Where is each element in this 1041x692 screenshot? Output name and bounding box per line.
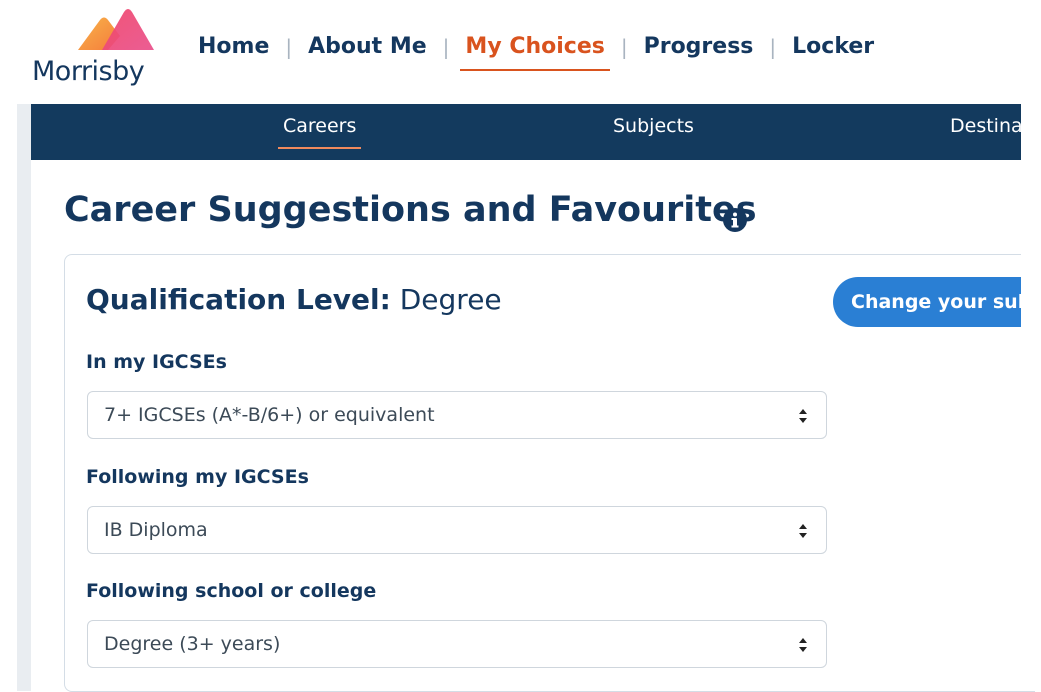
viewport-edge: [1021, 0, 1041, 691]
qualification-level-value: Degree: [399, 283, 502, 316]
qualification-level-heading: Qualification Level: Degree: [86, 283, 502, 316]
nav-my-choices[interactable]: My Choices: [460, 34, 611, 71]
igcse-select-value: 7+ IGCSEs (A*-B/6+) or equivalent: [104, 404, 435, 426]
select-arrows-icon: [799, 638, 807, 652]
nav-about-me[interactable]: About Me: [308, 34, 427, 61]
sub-nav: Careers Subjects Destinations: [31, 104, 1021, 160]
info-circle-icon[interactable]: [722, 207, 748, 233]
post-igcse-select[interactable]: IB Diploma: [87, 506, 827, 554]
post-igcse-select-value: IB Diploma: [104, 519, 208, 541]
nav-progress[interactable]: Progress: [644, 34, 754, 61]
main-nav: Home | About Me | My Choices | Progress …: [198, 30, 874, 71]
logo-mountains-icon: [78, 9, 154, 50]
tab-subjects[interactable]: Subjects: [613, 115, 694, 137]
nav-separator: |: [285, 35, 293, 59]
post-school-field-label: Following school or college: [86, 580, 377, 602]
post-school-select[interactable]: Degree (3+ years): [87, 620, 827, 668]
tab-destinations[interactable]: Destinations: [950, 115, 1021, 137]
top-header: Morrisby Home | About Me | My Choices | …: [0, 0, 1041, 104]
nav-separator: |: [442, 35, 450, 59]
nav-separator: |: [769, 35, 777, 59]
nav-locker[interactable]: Locker: [792, 34, 874, 61]
select-arrows-icon: [799, 409, 807, 423]
select-arrows-icon: [799, 524, 807, 538]
tab-careers[interactable]: Careers: [277, 115, 362, 149]
nav-home[interactable]: Home: [198, 34, 269, 61]
page-title: Career Suggestions and Favourites: [64, 190, 757, 230]
morrisby-logo[interactable]: Morrisby: [30, 6, 170, 90]
logo-wordmark: Morrisby: [32, 56, 145, 87]
post-igcse-field-label: Following my IGCSEs: [86, 466, 309, 488]
change-subjects-button[interactable]: Change your subjects: [833, 277, 1041, 327]
qualification-level-label: Qualification Level:: [86, 283, 391, 316]
post-school-select-value: Degree (3+ years): [104, 633, 281, 655]
igcse-field-label: In my IGCSEs: [86, 351, 227, 373]
nav-separator: |: [620, 35, 628, 59]
igcse-select[interactable]: 7+ IGCSEs (A*-B/6+) or equivalent: [87, 391, 827, 439]
left-gutter: [17, 104, 31, 691]
